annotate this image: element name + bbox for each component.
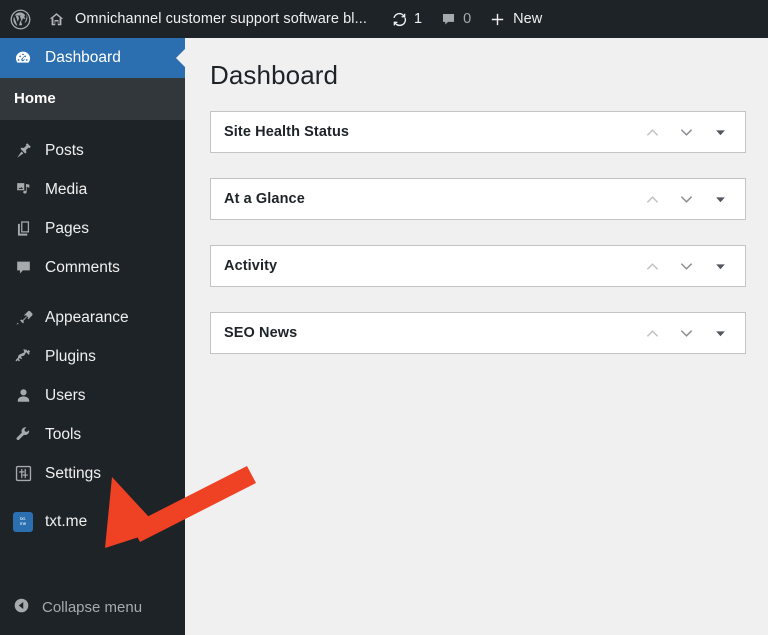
move-down-button[interactable] (669, 249, 703, 283)
media-icon (12, 179, 34, 201)
move-up-button[interactable] (635, 115, 669, 149)
sidebar-item-txtme[interactable]: txt. me txt.me (0, 502, 185, 541)
dashboard-widgets: Site Health Status At a Glance Activity … (185, 91, 768, 354)
sidebar-item-label-plugins: Plugins (45, 347, 96, 365)
txtme-icon-text-bottom: me (19, 520, 27, 526)
sidebar-item-settings[interactable]: Settings (0, 454, 185, 493)
admin-bar: Omnichannel customer support software bl… (0, 0, 768, 38)
menu-separator-2 (0, 287, 185, 296)
wrench-icon (12, 424, 34, 446)
plug-icon (12, 346, 34, 368)
sidebar-item-label-tools: Tools (45, 425, 82, 443)
new-label: New (513, 11, 543, 27)
sidebar-group-content: Posts Media Pages Comments (0, 129, 185, 287)
widget-title: Activity (224, 258, 278, 274)
menu-separator-1 (0, 120, 185, 129)
sidebar-item-posts[interactable]: Posts (0, 131, 185, 170)
move-up-button[interactable] (635, 182, 669, 216)
comment-bubble-icon (440, 11, 457, 28)
site-title-label: Omnichannel customer support software bl… (75, 11, 368, 27)
sidebar-item-comments[interactable]: Comments (0, 248, 185, 287)
widget-title: SEO News (224, 325, 298, 341)
sidebar-item-label-pages: Pages (45, 219, 89, 237)
move-down-button[interactable] (669, 182, 703, 216)
dashboard-content: Dashboard Site Health Status At a Glance… (185, 38, 768, 635)
widget-at-a-glance[interactable]: At a Glance (210, 178, 746, 220)
sliders-icon (12, 463, 34, 485)
home-icon (48, 11, 65, 28)
collapse-menu-label: Collapse menu (42, 598, 143, 616)
admin-sidebar-menu: Dashboard Home Posts Media Pages Comment… (0, 38, 185, 635)
wordpress-admin-screen: Omnichannel customer support software bl… (0, 0, 768, 635)
sidebar-item-label-comments: Comments (45, 258, 120, 276)
user-icon (12, 385, 34, 407)
sidebar-item-pages[interactable]: Pages (0, 209, 185, 248)
sidebar-item-dashboard[interactable]: Dashboard (0, 38, 185, 78)
widget-controls (635, 115, 745, 149)
toggle-panel-button[interactable] (703, 316, 737, 350)
menu-separator-3 (0, 493, 185, 502)
updates-icon (391, 11, 408, 28)
move-down-button[interactable] (669, 316, 703, 350)
sidebar-group-admin: Appearance Plugins Users Tools Settings (0, 296, 185, 493)
widget-title: Site Health Status (224, 124, 350, 140)
move-down-button[interactable] (669, 115, 703, 149)
comments-button[interactable]: 0 (431, 0, 480, 38)
pages-icon (12, 218, 34, 240)
toggle-panel-button[interactable] (703, 115, 737, 149)
dashboard-gauge-icon (12, 47, 34, 69)
widget-title: At a Glance (224, 191, 305, 207)
sidebar-item-media[interactable]: Media (0, 170, 185, 209)
widget-controls (635, 182, 745, 216)
txtme-plugin-icon: txt. me (12, 511, 34, 533)
sidebar-item-label-users: Users (45, 386, 86, 404)
move-up-button[interactable] (635, 249, 669, 283)
new-content-button[interactable]: New (480, 0, 551, 38)
wordpress-logo-button[interactable] (0, 0, 39, 38)
collapse-menu-button[interactable]: Collapse menu (0, 592, 142, 622)
toggle-panel-button[interactable] (703, 182, 737, 216)
sidebar-item-appearance[interactable]: Appearance (0, 298, 185, 337)
sidebar-item-label-settings: Settings (45, 464, 102, 482)
widget-controls (635, 316, 745, 350)
sidebar-item-tools[interactable]: Tools (0, 415, 185, 454)
sidebar-item-label-txtme: txt.me (45, 512, 88, 530)
wordpress-logo-icon (10, 9, 31, 30)
comments-icon (12, 257, 34, 279)
plus-icon (489, 11, 506, 28)
pin-icon (12, 140, 34, 162)
sidebar-subitem-home[interactable]: Home (0, 87, 185, 109)
sidebar-item-label-dashboard: Dashboard (45, 49, 121, 67)
collapse-arrow-icon (12, 596, 31, 619)
comments-count: 0 (463, 11, 472, 27)
sidebar-item-users[interactable]: Users (0, 376, 185, 415)
sidebar-item-label-media: Media (45, 180, 88, 198)
sidebar-subitem-label-home: Home (14, 89, 56, 107)
updates-button[interactable]: 1 (382, 0, 431, 38)
site-name-menu[interactable]: Omnichannel customer support software bl… (39, 0, 376, 38)
paintbrush-icon (12, 307, 34, 329)
widget-activity[interactable]: Activity (210, 245, 746, 287)
sidebar-item-label-posts: Posts (45, 141, 84, 159)
widget-seo-news[interactable]: SEO News (210, 312, 746, 354)
widget-controls (635, 249, 745, 283)
toggle-panel-button[interactable] (703, 249, 737, 283)
widget-site-health-status[interactable]: Site Health Status (210, 111, 746, 153)
sidebar-item-plugins[interactable]: Plugins (0, 337, 185, 376)
sidebar-item-label-appearance: Appearance (45, 308, 129, 326)
dashboard-submenu: Home (0, 78, 185, 120)
move-up-button[interactable] (635, 316, 669, 350)
page-title: Dashboard (210, 60, 339, 90)
updates-count: 1 (414, 11, 423, 27)
